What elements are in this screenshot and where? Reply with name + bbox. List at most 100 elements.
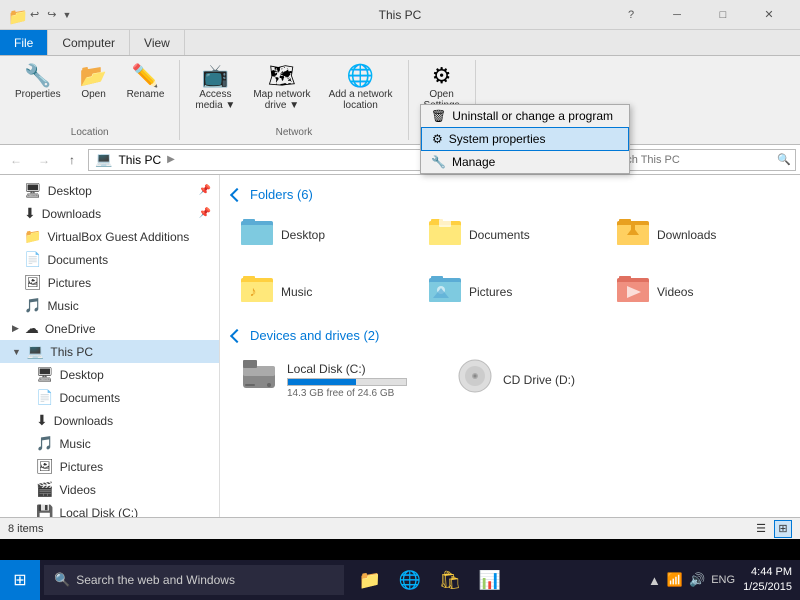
- map-drive-icon: 🗺: [268, 65, 296, 87]
- pictures-icon: 🖼: [24, 274, 42, 291]
- help-button[interactable]: ?: [608, 0, 654, 30]
- hdd-icon: 💾: [36, 504, 53, 517]
- volume-icon[interactable]: 🔊: [689, 572, 705, 588]
- titlebar: 📁 ↩ ↪ ▼ This PC ? ─ □ ✕: [0, 0, 800, 30]
- folder-pictures[interactable]: Pictures: [420, 267, 600, 316]
- sidebar-item-videos[interactable]: 🎬 Videos: [0, 478, 219, 501]
- open-button[interactable]: 📂 Open: [72, 60, 116, 105]
- system-properties-item[interactable]: ⚙ System properties: [421, 127, 629, 151]
- back-button[interactable]: ←: [4, 148, 28, 172]
- downloads-folder-label: Downloads: [657, 228, 716, 242]
- sidebar-item-pictures-quick[interactable]: 🖼 Pictures: [0, 271, 219, 294]
- network-icon[interactable]: 📶: [667, 572, 683, 588]
- view-tiles-button[interactable]: ⊞: [774, 520, 792, 538]
- system-props-icon: ⚙: [432, 132, 443, 146]
- close-button[interactable]: ✕: [746, 0, 792, 30]
- path-icon: 💻: [95, 151, 112, 168]
- folder-music[interactable]: ♪ Music: [232, 267, 412, 316]
- device-local-disk[interactable]: Local Disk (C:) 14.3 GB free of 24.6 GB: [232, 351, 432, 409]
- folder-downloads[interactable]: Downloads: [608, 210, 788, 259]
- tab-file[interactable]: File: [0, 30, 48, 55]
- access-media-button[interactable]: 📺 Accessmedia ▼: [188, 60, 242, 116]
- taskbar: ⊞ 🔍 Search the web and Windows 📁 🌐 🛍 📊 ▲…: [0, 560, 800, 600]
- open-icon: 📂: [80, 65, 107, 87]
- view-list-button[interactable]: ☰: [752, 520, 770, 538]
- sidebar-item-docs-quick[interactable]: 📄 Documents: [0, 248, 219, 271]
- clock-time: 4:44 PM: [743, 565, 792, 580]
- sidebar-item-documents[interactable]: 📄 Documents: [0, 386, 219, 409]
- taskbar-ie[interactable]: 🌐: [392, 560, 428, 600]
- taskbar-store[interactable]: 🛍: [432, 560, 468, 600]
- language-icon[interactable]: ENG: [711, 574, 735, 586]
- device-cd-drive[interactable]: CD Drive (D:): [448, 351, 648, 409]
- uninstall-label: Uninstall or change a program: [452, 109, 613, 123]
- add-network-location-button[interactable]: 🌐 Add a networklocation: [322, 60, 400, 116]
- manage-item[interactable]: 🔧 Manage: [421, 151, 629, 173]
- qa-redo[interactable]: ↪: [45, 8, 58, 21]
- sidebar-item-label: Desktop: [48, 184, 92, 198]
- pictures-icon: 🖼: [36, 458, 54, 475]
- forward-button[interactable]: →: [32, 148, 56, 172]
- pin-icon: 📌: [199, 185, 211, 196]
- access-media-icon: 📺: [202, 65, 229, 87]
- folder-documents[interactable]: Documents: [420, 210, 600, 259]
- taskbar-file-explorer[interactable]: 📁: [352, 560, 388, 600]
- properties-button[interactable]: 🔧 Properties: [8, 60, 68, 105]
- minimize-button[interactable]: ─: [654, 0, 700, 30]
- start-button[interactable]: ⊞: [0, 560, 40, 600]
- sidebar-item-this-pc[interactable]: ▼ 💻 This PC: [0, 340, 219, 363]
- sidebar-item-label: Local Disk (C:): [59, 506, 138, 518]
- addressbar: ← → ↑ 💻 This PC ▶ ↻ 🔍: [0, 145, 800, 175]
- clock-date: 1/25/2015: [743, 580, 792, 595]
- sidebar-item-desktop-quick[interactable]: 🖥 Desktop 📌: [0, 179, 219, 202]
- taskbar-search[interactable]: 🔍 Search the web and Windows: [44, 565, 344, 595]
- statusbar: 8 items ☰ ⊞: [0, 517, 800, 539]
- cd-device-icon: [457, 358, 493, 402]
- sidebar-item-label: Music: [47, 299, 78, 313]
- sidebar-item-onedrive[interactable]: ▶ ☁ OneDrive: [0, 317, 219, 340]
- sidebar-item-pictures[interactable]: 🖼 Pictures: [0, 455, 219, 478]
- map-network-drive-button[interactable]: 🗺 Map networkdrive ▼: [246, 60, 317, 116]
- tab-computer[interactable]: Computer: [48, 30, 130, 55]
- sidebar-item-downloads[interactable]: ⬇ Downloads: [0, 409, 219, 432]
- sidebar-item-local-disk[interactable]: 💾 Local Disk (C:): [0, 501, 219, 517]
- qa-dropdown[interactable]: ▼: [62, 10, 71, 20]
- this-pc-icon: 💻: [27, 343, 44, 360]
- rename-icon: ✏️: [132, 65, 159, 87]
- pictures-folder-label: Pictures: [469, 285, 512, 299]
- qa-undo[interactable]: ↩: [28, 8, 41, 21]
- pin-icon: 📌: [199, 208, 211, 219]
- sidebar-item-label: Pictures: [60, 460, 103, 474]
- up-button[interactable]: ↑: [60, 148, 84, 172]
- uninstall-programs-item[interactable]: 🗑 Uninstall or change a program: [421, 105, 629, 127]
- sidebar-item-label: Documents: [47, 253, 108, 267]
- local-disk-name: Local Disk (C:): [287, 362, 423, 376]
- app-icon: 📁: [8, 7, 24, 23]
- folder-desktop[interactable]: Desktop: [232, 210, 412, 259]
- sidebar-item-label: VirtualBox Guest Additions: [47, 230, 189, 244]
- tray-chevron[interactable]: ▲: [648, 573, 661, 588]
- folders-header-text: Folders (6): [250, 187, 313, 202]
- sidebar-item-label: Videos: [59, 483, 95, 497]
- sidebar-item-label: Pictures: [48, 276, 91, 290]
- sidebar-item-downloads-quick[interactable]: ⬇ Downloads 📌: [0, 202, 219, 225]
- rename-button[interactable]: ✏️ Rename: [120, 60, 172, 105]
- ribbon-group-location: 🔧 Properties 📂 Open ✏️ Rename Location: [0, 60, 180, 140]
- sidebar-item-desktop[interactable]: 🖥 Desktop: [0, 363, 219, 386]
- sidebar-item-label: OneDrive: [45, 322, 96, 336]
- sidebar-item-music-quick[interactable]: 🎵 Music: [0, 294, 219, 317]
- breadcrumb-text: This PC: [118, 153, 161, 167]
- maximize-button[interactable]: □: [700, 0, 746, 30]
- sidebar-item-music[interactable]: 🎵 Music: [0, 432, 219, 455]
- system-clock[interactable]: 4:44 PM 1/25/2015: [743, 565, 792, 596]
- taskbar-search-icon: 🔍: [54, 572, 70, 588]
- sidebar-item-vbox[interactable]: 📁 VirtualBox Guest Additions: [0, 225, 219, 248]
- folder-videos[interactable]: Videos: [608, 267, 788, 316]
- tab-view[interactable]: View: [130, 30, 185, 55]
- ribbon: File Computer View 🔧 Properties 📂 Open ✏…: [0, 30, 800, 145]
- devices-grid: Local Disk (C:) 14.3 GB free of 24.6 GB: [232, 351, 788, 409]
- open-label: Open: [81, 89, 105, 100]
- taskbar-office[interactable]: 📊: [472, 560, 508, 600]
- sidebar-item-label: Downloads: [42, 207, 101, 221]
- system-tray: ▲ 📶 🔊 ENG: [648, 572, 735, 588]
